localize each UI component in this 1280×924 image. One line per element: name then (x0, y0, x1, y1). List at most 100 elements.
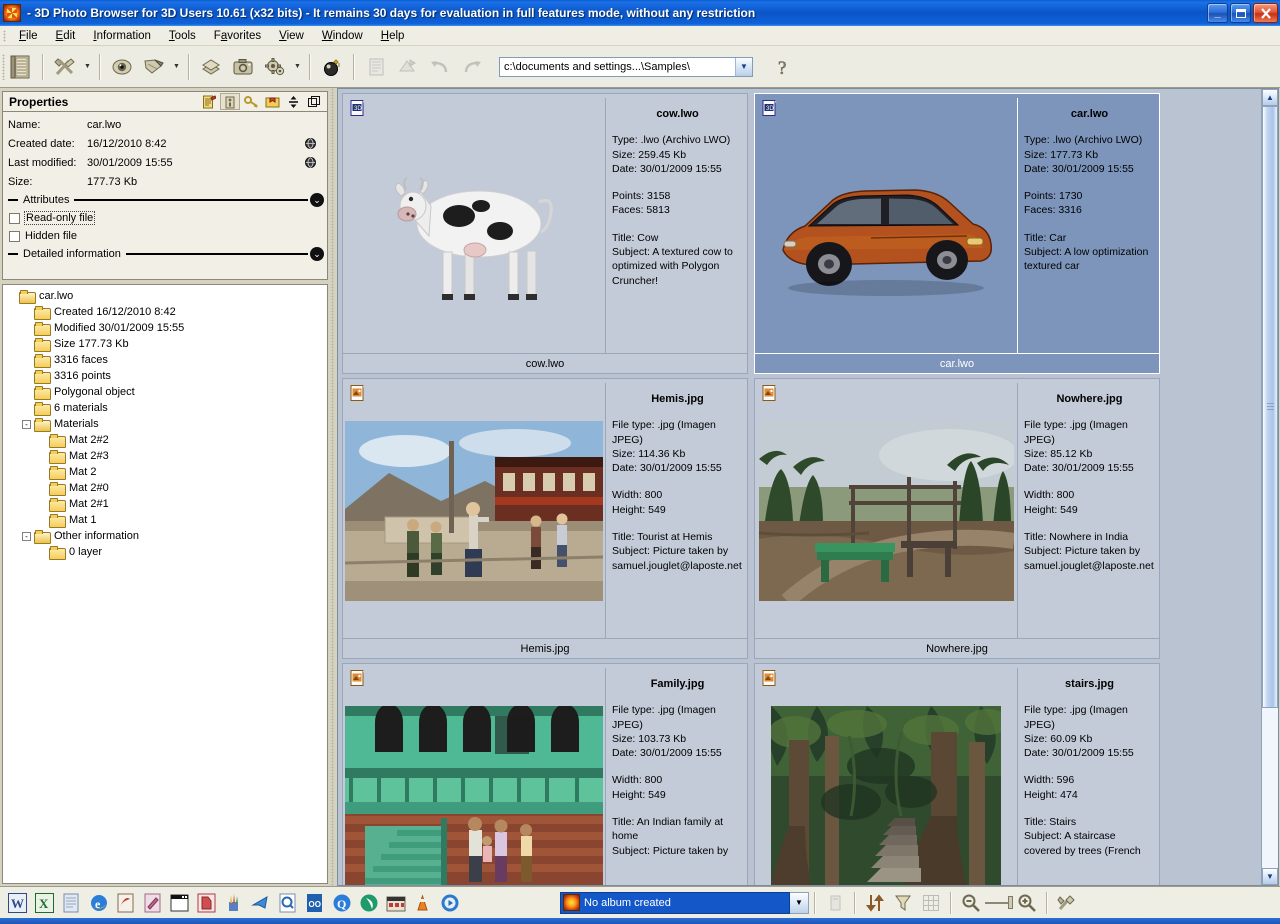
magic-wand-button[interactable] (139, 51, 169, 83)
internet-explorer-icon[interactable]: e (88, 892, 109, 914)
tree-node[interactable]: car.lwo (7, 288, 327, 304)
thumbnail-image-hemis[interactable] (343, 383, 605, 638)
thumbnail-image-nowhere[interactable] (755, 383, 1017, 638)
filter-button[interactable] (889, 890, 917, 916)
tree-node[interactable]: Mat 2#1 (7, 496, 327, 512)
tools-hammer-button[interactable] (50, 51, 80, 83)
tree-node[interactable]: Modified 30/01/2009 15:55 (7, 320, 327, 336)
key-icon[interactable] (241, 93, 261, 110)
notepad-icon[interactable] (61, 892, 82, 914)
tree-node[interactable]: Size 177.73 Kb (7, 336, 327, 352)
zoom-slider[interactable] (985, 896, 1013, 909)
menu-item-tools[interactable]: Tools (160, 29, 205, 43)
section-attributes[interactable]: Attributes ⌄ (3, 191, 327, 209)
quicktime-icon[interactable]: Q (331, 892, 352, 914)
movie-maker-icon[interactable] (385, 892, 406, 914)
thumbnail-cell-family[interactable]: Family.jpg File type: .jpg (Imagen JPEG)… (342, 663, 748, 885)
scroll-thumb[interactable] (1262, 106, 1278, 708)
tree-node[interactable]: 3316 faces (7, 352, 327, 368)
word-icon[interactable]: W (7, 892, 28, 914)
menu-item-help[interactable]: Help (372, 29, 414, 43)
zoom-out-button[interactable] (957, 890, 985, 916)
eye-view-button[interactable] (107, 51, 137, 83)
redo-button[interactable] (457, 51, 487, 83)
chevron-double-down-icon[interactable]: ⌄ (310, 193, 324, 207)
minimize-button[interactable]: _ (1207, 3, 1228, 23)
checkbox-box[interactable] (9, 230, 20, 242)
openoffice-icon[interactable]: OO (304, 892, 325, 914)
tree-collapse-icon[interactable]: - (22, 419, 31, 429)
grid-size-button[interactable] (917, 890, 945, 916)
tree-node[interactable]: Mat 2 (7, 464, 327, 480)
tools-extra-button[interactable] (1053, 890, 1081, 916)
checkbox-hidden-file[interactable]: Hidden file (3, 227, 327, 245)
tree-node[interactable]: 6 materials (7, 400, 327, 416)
maximize-button[interactable] (1230, 3, 1251, 23)
tree-node[interactable]: 0 layer (7, 544, 327, 560)
layers-button[interactable] (196, 51, 226, 83)
thumbnail-image-family[interactable] (343, 668, 605, 885)
tree-node[interactable]: Mat 2#3 (7, 448, 327, 464)
browser-vertical-scrollbar[interactable]: ▲ ▼ (1261, 89, 1278, 885)
tree-node[interactable]: Mat 1 (7, 512, 327, 528)
open-folder-button[interactable] (6, 51, 36, 83)
album-add-button[interactable] (821, 890, 849, 916)
thumbnail-cell-nowhere[interactable]: Nowhere.jpg File type: .jpg (Imagen JPEG… (754, 378, 1160, 659)
media-player-red-icon[interactable] (196, 892, 217, 914)
tree-node[interactable]: Polygonal object (7, 384, 327, 400)
detail-tree[interactable]: car.lwo Created 16/12/2010 8:42 Modified 3… (2, 284, 328, 884)
path-combobox[interactable]: c:\documents and settings...\Samples\ ▼ (499, 56, 753, 77)
magic-wand-dropdown[interactable]: ▼ (171, 51, 182, 83)
menu-item-favorites[interactable]: Favorites (205, 29, 270, 43)
section-detailed-information[interactable]: Detailed information ⌄ (3, 245, 327, 263)
thumbnail-image-cow[interactable] (343, 98, 605, 353)
chevron-down-icon[interactable]: ▼ (735, 57, 752, 76)
acrobat-reader-icon[interactable] (115, 892, 136, 914)
thumbnail-image-stairs[interactable] (755, 668, 1017, 885)
menu-item-window[interactable]: Window (313, 29, 372, 43)
tools-hammer-dropdown[interactable]: ▼ (82, 51, 93, 83)
scroll-track[interactable] (1262, 106, 1278, 868)
camera-button[interactable] (228, 51, 258, 83)
resize-vertical-icon[interactable] (283, 93, 303, 110)
paint-icon[interactable] (142, 892, 163, 914)
tree-node[interactable]: Created 16/12/2010 8:42 (7, 304, 327, 320)
thumbnail-image-car[interactable] (755, 98, 1017, 353)
search-doc-icon[interactable] (277, 892, 298, 914)
undock-icon[interactable] (304, 93, 324, 110)
batch-button[interactable] (393, 51, 423, 83)
media-player-icon[interactable] (439, 892, 460, 914)
tree-node[interactable]: - Other information (7, 528, 327, 544)
thumbnail-cell-car[interactable]: 3D car.lwo Type: .lwo (Archivo LWO) Size… (754, 93, 1160, 374)
render-ball-button[interactable] (317, 51, 347, 83)
help-button[interactable]: ? (769, 51, 799, 83)
sort-button[interactable] (861, 890, 889, 916)
thumbnail-cell-hemis[interactable]: Hemis.jpg File type: .jpg (Imagen JPEG) … (342, 378, 748, 659)
tree-node[interactable]: Mat 2#2 (7, 432, 327, 448)
checkbox-read-only-file[interactable]: Read-only file (3, 209, 327, 227)
zoom-in-button[interactable] (1013, 890, 1041, 916)
settings-gears-dropdown[interactable]: ▼ (292, 51, 303, 83)
scroll-up-button[interactable]: ▲ (1262, 89, 1278, 106)
pane-splitter[interactable] (328, 88, 337, 886)
chevron-down-icon[interactable]: ▼ (790, 891, 809, 914)
folder-star-icon[interactable] (262, 93, 282, 110)
tree-node[interactable]: 3316 points (7, 368, 327, 384)
info-icon[interactable] (220, 93, 240, 110)
winamp-icon[interactable] (358, 892, 379, 914)
console-icon[interactable] (169, 892, 190, 914)
globe-icon[interactable] (303, 138, 317, 149)
vlc-icon[interactable] (412, 892, 433, 914)
menu-item-file[interactable]: File (10, 29, 47, 43)
thumbnail-cell-stairs[interactable]: stairs.jpg File type: .jpg (Imagen JPEG)… (754, 663, 1160, 885)
album-combobox[interactable]: No album created (560, 891, 790, 914)
scroll-down-button[interactable]: ▼ (1262, 868, 1278, 885)
chevron-double-down-icon[interactable]: ⌄ (310, 247, 324, 261)
notes-icon[interactable] (199, 93, 219, 110)
menu-item-edit[interactable]: Edit (47, 29, 85, 43)
undo-button[interactable] (425, 51, 455, 83)
messenger-icon[interactable] (250, 892, 271, 914)
close-button[interactable] (1253, 3, 1278, 23)
globe-icon[interactable] (303, 157, 317, 168)
excel-icon[interactable]: X (34, 892, 55, 914)
